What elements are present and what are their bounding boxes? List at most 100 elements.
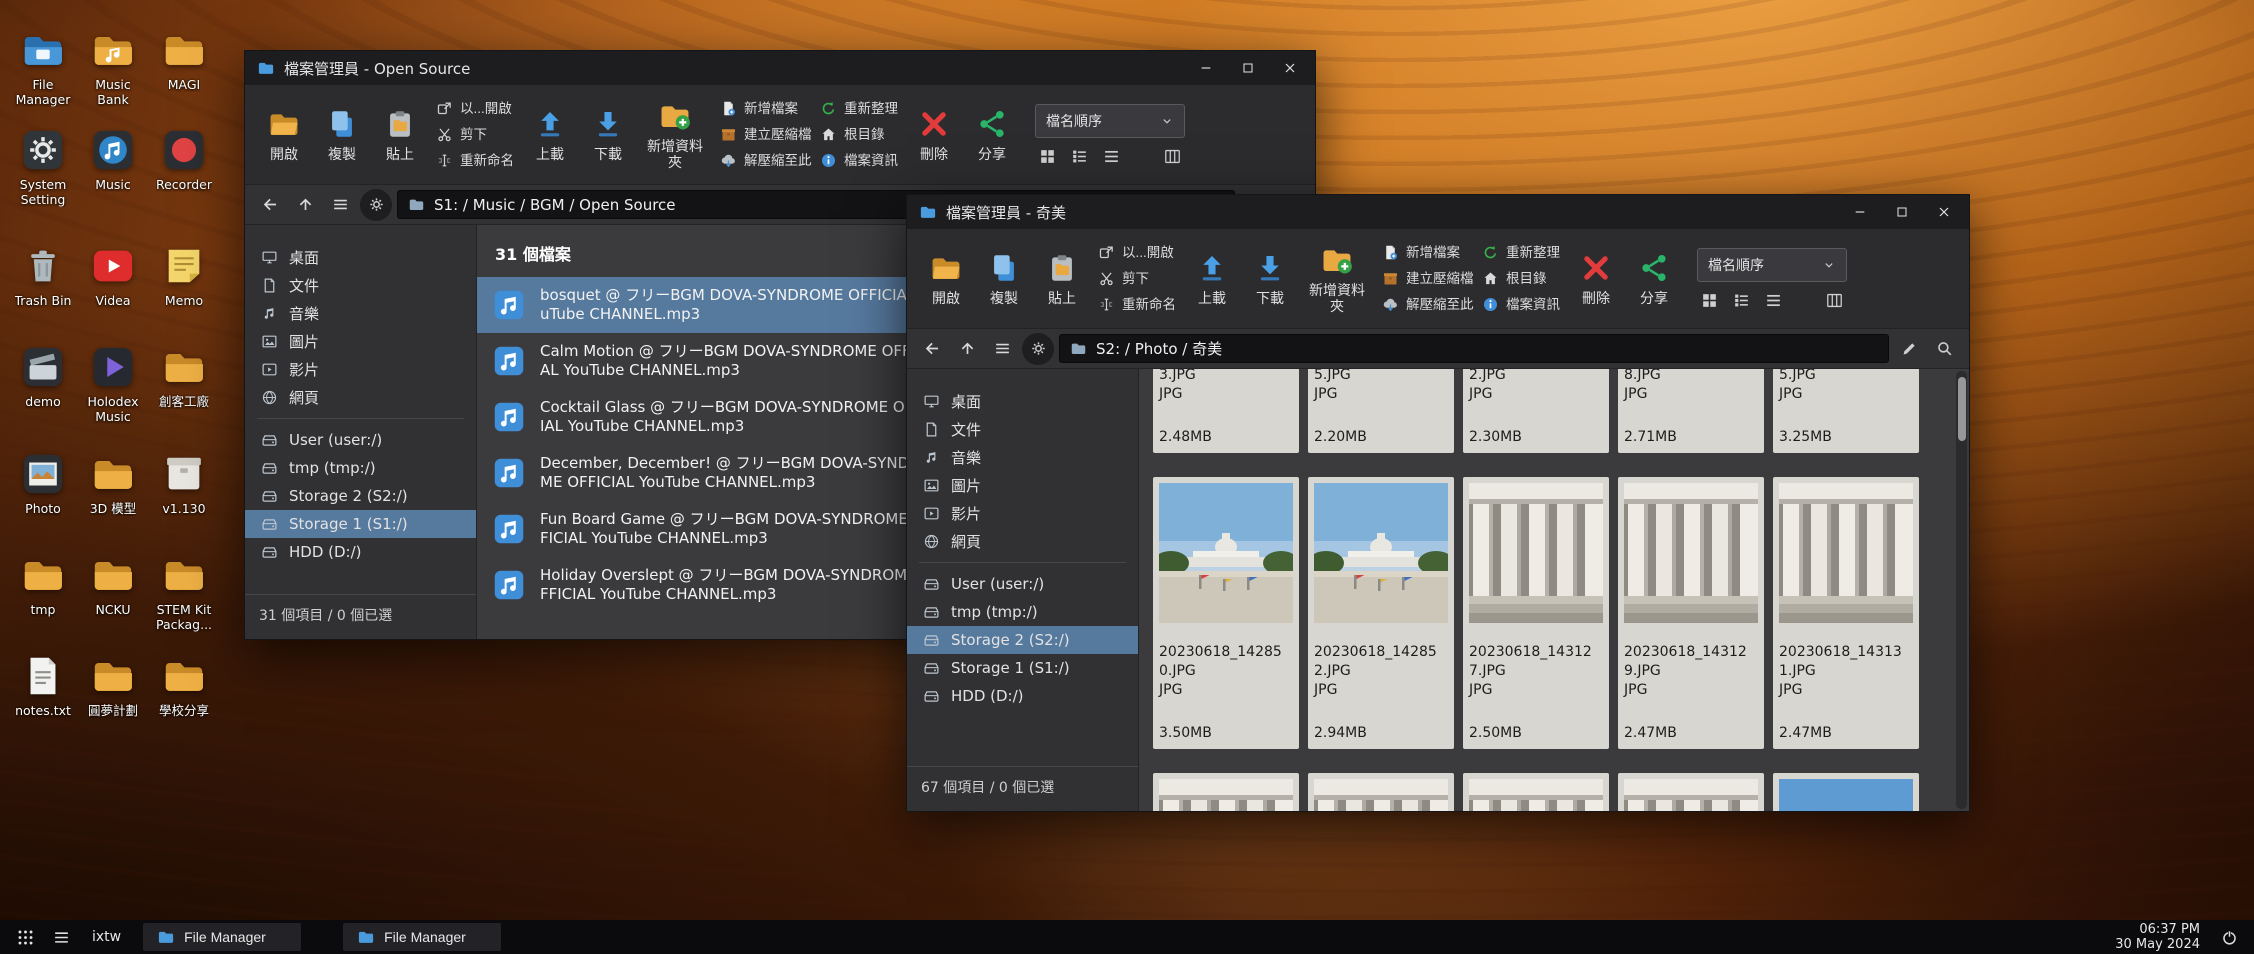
root-button[interactable]: 根目錄 <box>817 124 901 145</box>
task-list-button[interactable] <box>46 922 76 952</box>
desktop-icon-memo[interactable]: Memo <box>151 243 217 308</box>
extract-here-button[interactable]: 解壓縮至此 <box>1379 294 1471 315</box>
copy-button[interactable]: 複製 <box>317 103 367 166</box>
open-with-button[interactable]: 以...開啟 <box>1095 242 1179 263</box>
view-list-button[interactable] <box>1070 147 1089 166</box>
maximize-button[interactable] <box>1881 195 1923 229</box>
share-button[interactable]: 分享 <box>1629 247 1679 310</box>
photo-cell[interactable]: 3.JPGJPG2.48MB <box>1153 369 1299 453</box>
open-with-button[interactable]: 以...開啟 <box>433 98 517 119</box>
desktop-icon-3d[interactable]: 3D 模型 <box>80 451 146 516</box>
desktop-icon-file-manager[interactable]: File Manager <box>10 27 76 107</box>
view-columns-button[interactable] <box>1825 291 1844 310</box>
new-folder-button[interactable]: 新增資料夾 <box>641 95 709 174</box>
sidebar-item-picture[interactable]: 圖片 <box>907 471 1138 499</box>
photo-cell[interactable]: 20230618_143131.JPGJPG2.47MB <box>1773 477 1919 749</box>
view-columns-button[interactable] <box>1163 147 1182 166</box>
edit-path-button[interactable] <box>1894 334 1924 364</box>
sidebar-item-drive-tmp-tmp[interactable]: tmp (tmp:/) <box>907 598 1138 626</box>
cut-button[interactable]: 剪下 <box>433 124 517 145</box>
desktop-icon-demo[interactable]: demo <box>10 344 76 409</box>
file-info-button[interactable]: 檔案資訊 <box>817 150 901 171</box>
maximize-button[interactable] <box>1227 51 1269 85</box>
sidebar-item-desktop[interactable]: 桌面 <box>245 243 476 271</box>
desktop-icon-magi[interactable]: MAGI <box>151 27 217 92</box>
paste-button[interactable]: 貼上 <box>375 103 425 166</box>
photo-cell[interactable] <box>1463 773 1609 811</box>
sidebar-item-drive-storage-2-s2[interactable]: Storage 2 (S2:/) <box>245 482 476 510</box>
desktop-icon-recorder[interactable]: Recorder <box>151 127 217 192</box>
refresh-button[interactable]: 重新整理 <box>1479 242 1563 263</box>
sidebar-item-web[interactable]: 網頁 <box>907 527 1138 555</box>
scrollbar[interactable] <box>1956 371 1967 809</box>
sort-order-dropdown[interactable]: 檔名順序 <box>1035 104 1185 138</box>
taskbar-task-file-manager[interactable]: File Manager <box>143 923 301 951</box>
desktop-icon-tmp[interactable]: tmp <box>10 552 76 617</box>
new-file-button[interactable]: 新增檔案 <box>1379 242 1471 263</box>
menu-button[interactable] <box>987 334 1017 364</box>
photo-cell[interactable]: 5.JPGJPG2.20MB <box>1308 369 1454 453</box>
minimize-button[interactable] <box>1185 51 1227 85</box>
path-bar[interactable]: S2: / Photo / 奇美 <box>1059 334 1889 363</box>
desktop-icon-v1-130[interactable]: v1.130 <box>151 451 217 516</box>
download-button[interactable]: 下載 <box>1245 247 1295 310</box>
sidebar-item-drive-hdd-d[interactable]: HDD (D:/) <box>907 682 1138 710</box>
desktop-icon-stem-kit-packag[interactable]: STEM Kit Packag... <box>151 552 217 632</box>
download-button[interactable]: 下載 <box>583 103 633 166</box>
view-list-button[interactable] <box>1732 291 1751 310</box>
new-file-button[interactable]: 新增檔案 <box>717 98 809 119</box>
sidebar-item-drive-tmp-tmp[interactable]: tmp (tmp:/) <box>245 454 476 482</box>
photo-cell[interactable]: 2.JPGJPG2.30MB <box>1463 369 1609 453</box>
photo-cell[interactable] <box>1153 773 1299 811</box>
create-archive-button[interactable]: 建立壓縮檔 <box>717 124 809 145</box>
open-button[interactable]: 開啟 <box>921 247 971 310</box>
copy-button[interactable]: 複製 <box>979 247 1029 310</box>
close-button[interactable] <box>1923 195 1965 229</box>
view-compact-button[interactable] <box>1102 147 1121 166</box>
create-archive-button[interactable]: 建立壓縮檔 <box>1379 268 1471 289</box>
desktop-icon-ncku[interactable]: NCKU <box>80 552 146 617</box>
sidebar-item-drive-hdd-d[interactable]: HDD (D:/) <box>245 538 476 566</box>
extract-here-button[interactable]: 解壓縮至此 <box>717 150 809 171</box>
desktop-icon-music-bank[interactable]: Music Bank <box>80 27 146 107</box>
paste-button[interactable]: 貼上 <box>1037 247 1087 310</box>
sidebar-item-drive-storage-2-s2[interactable]: Storage 2 (S2:/) <box>907 626 1138 654</box>
view-grid-button[interactable] <box>1038 147 1057 166</box>
desktop-icon-item-20[interactable]: 學校分享 <box>151 653 217 718</box>
sidebar-item-desktop[interactable]: 桌面 <box>907 387 1138 415</box>
rename-button[interactable]: 重新命名 <box>1095 294 1179 315</box>
view-compact-button[interactable] <box>1764 291 1783 310</box>
scrollbar-thumb[interactable] <box>1958 377 1966 441</box>
sidebar-item-drive-user-user[interactable]: User (user:/) <box>245 426 476 454</box>
sidebar-item-video[interactable]: 影片 <box>907 499 1138 527</box>
desktop-icon-holodex-music[interactable]: Holodex Music <box>80 344 146 424</box>
view-grid-button[interactable] <box>1700 291 1719 310</box>
sidebar-item-drive-storage-1-s1[interactable]: Storage 1 (S1:/) <box>907 654 1138 682</box>
sidebar-item-drive-storage-1-s1[interactable]: Storage 1 (S1:/) <box>245 510 476 538</box>
upload-button[interactable]: 上載 <box>525 103 575 166</box>
photo-cell[interactable]: 5.JPGJPG3.25MB <box>1773 369 1919 453</box>
upload-button[interactable]: 上載 <box>1187 247 1237 310</box>
rename-button[interactable]: 重新命名 <box>433 150 517 171</box>
delete-button[interactable]: 刪除 <box>1571 247 1621 310</box>
photo-cell[interactable] <box>1618 773 1764 811</box>
up-button[interactable] <box>952 334 982 364</box>
settings-button[interactable] <box>1022 333 1054 365</box>
sidebar-item-document[interactable]: 文件 <box>907 415 1138 443</box>
close-button[interactable] <box>1269 51 1311 85</box>
desktop-icon-item-19[interactable]: 圓夢計劃 <box>80 653 146 718</box>
photo-cell[interactable]: 20230618_142850.JPGJPG3.50MB <box>1153 477 1299 749</box>
file-info-button[interactable]: 檔案資訊 <box>1479 294 1563 315</box>
refresh-button[interactable]: 重新整理 <box>817 98 901 119</box>
back-button[interactable] <box>255 190 285 220</box>
desktop-icon-system-setting[interactable]: System Setting <box>10 127 76 207</box>
desktop-icon-item-11[interactable]: 創客工廠 <box>151 344 217 409</box>
titlebar[interactable]: 檔案管理員 - 奇美 <box>907 195 1969 229</box>
taskbar-task-file-manager[interactable]: File Manager <box>343 923 501 951</box>
cut-button[interactable]: 剪下 <box>1095 268 1179 289</box>
search-button[interactable] <box>1929 334 1959 364</box>
start-button[interactable] <box>10 922 40 952</box>
minimize-button[interactable] <box>1839 195 1881 229</box>
sidebar-item-music[interactable]: 音樂 <box>245 299 476 327</box>
sidebar-item-document[interactable]: 文件 <box>245 271 476 299</box>
